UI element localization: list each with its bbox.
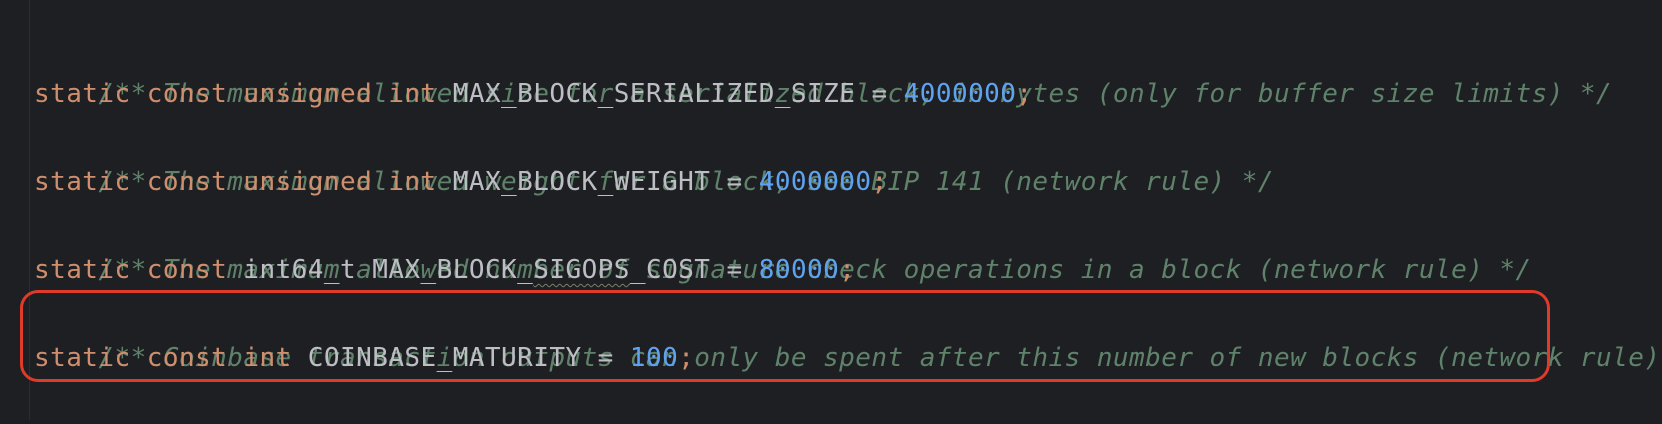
keyword: int	[388, 79, 437, 109]
code-editor[interactable]: /** The maximum allowed size for a seria…	[0, 0, 1662, 420]
operator: =	[597, 343, 614, 373]
operator: =	[871, 79, 888, 109]
keyword: int	[243, 343, 292, 373]
keyword: const	[146, 167, 228, 197]
numeric-literal: 4000000	[903, 79, 1017, 109]
numeric-literal: 80000	[758, 255, 840, 285]
numeric-literal: 4000000	[758, 167, 872, 197]
code-line-comment-serialized-size[interactable]: /** The maximum allowed size for a seria…	[34, 28, 1612, 109]
keyword: const	[146, 255, 228, 285]
code-line-comment-sigops[interactable]: /** The maximum allowed number of signat…	[34, 204, 1532, 285]
keyword: static	[34, 255, 131, 285]
type-name: int64_t	[243, 255, 357, 285]
constant-name-part: MAX_BLOCK_	[372, 255, 534, 285]
keyword: const	[146, 79, 228, 109]
keyword: static	[34, 167, 131, 197]
operator: =	[726, 255, 743, 285]
keyword: const	[146, 343, 228, 373]
code-line-max-block-serialized-size[interactable]: static const unsigned int MAX_BLOCK_SERI…	[34, 72, 1033, 116]
keyword: static	[34, 343, 131, 373]
keyword: unsigned	[243, 167, 373, 197]
constant-name: COINBASE_MATURITY	[307, 343, 582, 373]
code-line-max-block-sigops-cost[interactable]: static const int64_t MAX_BLOCK_SIGOPS_CO…	[34, 248, 855, 292]
code-line-max-block-weight[interactable]: static const unsigned int MAX_BLOCK_WEIG…	[34, 160, 888, 204]
semicolon: ;	[871, 167, 888, 197]
constant-name: MAX_BLOCK_SERIALIZED_SIZE	[452, 79, 856, 109]
operator: =	[726, 167, 743, 197]
code-line-comment-block-weight[interactable]: /** The maximum allowed weight for a blo…	[34, 116, 1274, 197]
keyword: static	[34, 79, 131, 109]
semicolon: ;	[1016, 79, 1033, 109]
semicolon: ;	[678, 343, 695, 373]
code-line-comment-coinbase-maturity[interactable]: /** Coinbase transaction outputs can onl…	[34, 292, 1662, 373]
constant-name-part: _COST	[629, 255, 711, 285]
semicolon: ;	[839, 255, 856, 285]
constant-name: MAX_BLOCK_SIGOPS_COST	[372, 255, 710, 285]
spellcheck-squiggle[interactable]: SIGOPS	[533, 255, 630, 285]
code-line-coinbase-maturity[interactable]: static const int COINBASE_MATURITY = 100…	[34, 336, 694, 380]
indent-guide	[29, 0, 30, 420]
keyword: int	[388, 167, 437, 197]
numeric-literal: 100	[629, 343, 679, 373]
keyword: unsigned	[243, 79, 373, 109]
constant-name: MAX_BLOCK_WEIGHT	[452, 167, 711, 197]
